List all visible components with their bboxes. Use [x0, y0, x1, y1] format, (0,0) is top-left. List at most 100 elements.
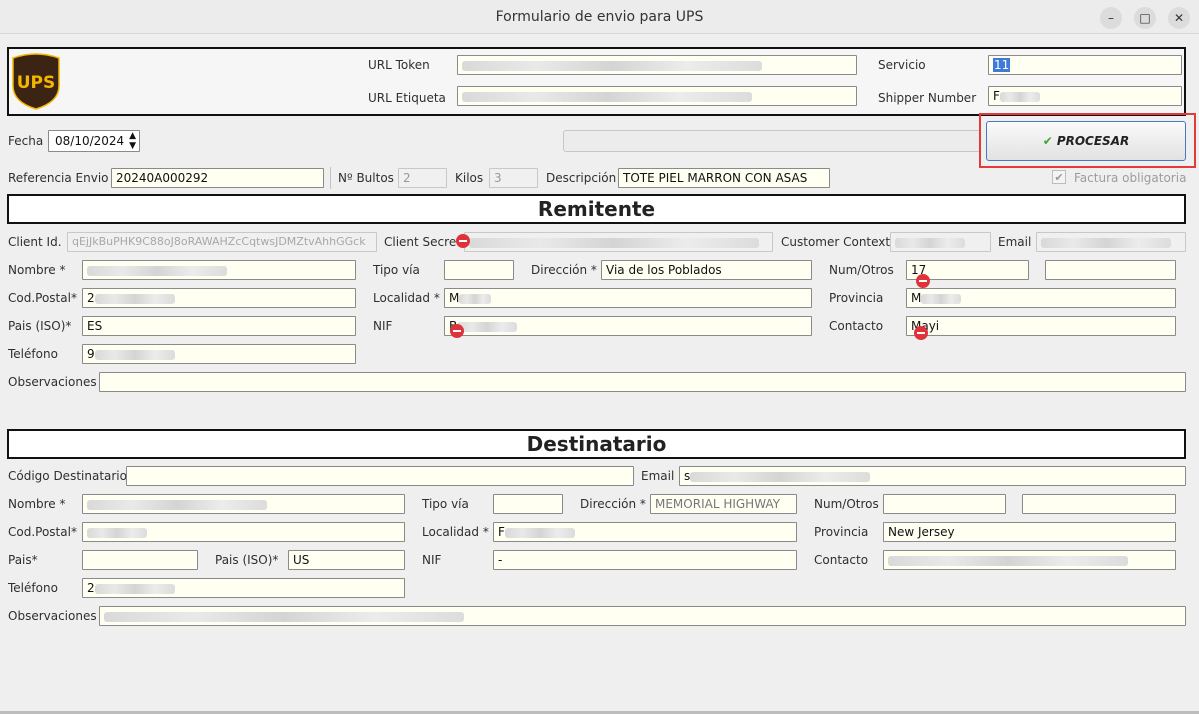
- destinatario-nif-label: NIF: [422, 553, 442, 567]
- destinatario-otros-field[interactable]: [1022, 494, 1176, 514]
- checkmark-icon: ✔: [1042, 134, 1053, 148]
- servicio-field[interactable]: 11: [988, 55, 1182, 75]
- procesar-button[interactable]: ✔ PROCESAR: [986, 121, 1186, 161]
- remitente-telefono-label: Teléfono: [8, 347, 58, 361]
- destinatario-observaciones-field[interactable]: [99, 606, 1186, 626]
- descripcion-label: Descripción: [546, 171, 617, 185]
- destinatario-pais-iso-label: Pais (ISO)*: [215, 553, 279, 567]
- minimize-button[interactable]: –: [1100, 7, 1122, 29]
- destinatario-observaciones-label: Observaciones: [8, 609, 97, 623]
- fecha-value: 08/10/2024: [55, 134, 125, 148]
- destinatario-pais-label: Pais*: [8, 553, 38, 567]
- provincia-value: M: [911, 291, 922, 305]
- destinatario-contacto-field[interactable]: [883, 550, 1176, 570]
- redacted-value: [459, 293, 492, 304]
- remitente-tipo-via-field[interactable]: [444, 260, 514, 280]
- referencia-field[interactable]: 20240A000292: [111, 168, 324, 188]
- remitente-nombre-label: Nombre *: [8, 263, 66, 277]
- remitente-codpostal-label: Cod.Postal*: [8, 291, 77, 305]
- no-entry-icon: [456, 234, 470, 248]
- customer-context-label: Customer Context: [781, 235, 891, 249]
- redacted-value: [457, 321, 518, 332]
- maximize-icon: □: [1139, 11, 1151, 25]
- remitente-observaciones-field[interactable]: [99, 372, 1186, 392]
- close-button[interactable]: ✕: [1168, 7, 1190, 29]
- url-etiqueta-field[interactable]: [457, 86, 857, 106]
- destinatario-direccion-field[interactable]: MEMORIAL HIGHWAY: [650, 494, 797, 514]
- codpostal-value: 2: [87, 291, 95, 305]
- destinatario-pais-iso-field[interactable]: US: [288, 550, 405, 570]
- remitente-localidad-field[interactable]: M: [444, 288, 812, 308]
- destinatario-num-field[interactable]: [883, 494, 1006, 514]
- redacted-value: [462, 60, 762, 71]
- destinatario-localidad-field[interactable]: F: [493, 522, 797, 542]
- fecha-date-spinner[interactable]: 08/10/2024 ▲ ▼: [48, 130, 140, 152]
- remitente-contacto-label: Contacto: [829, 319, 884, 333]
- remitente-nombre-field[interactable]: [82, 260, 356, 280]
- factura-checkbox[interactable]: ✔: [1052, 170, 1066, 184]
- spinner-arrows-icon[interactable]: ▲ ▼: [129, 131, 136, 151]
- remitente-observaciones-label: Observaciones: [8, 375, 97, 389]
- fecha-label: Fecha: [8, 134, 44, 148]
- remitente-email-label: Email: [998, 235, 1032, 249]
- codigo-destinatario-field[interactable]: [126, 466, 634, 486]
- no-entry-icon: [450, 324, 464, 338]
- redacted-value: [504, 527, 575, 538]
- close-icon: ✕: [1173, 11, 1185, 25]
- maximize-button[interactable]: □: [1134, 7, 1156, 29]
- telefono-value: 9: [87, 347, 95, 361]
- destinatario-tipo-via-field[interactable]: [493, 494, 563, 514]
- destinatario-nombre-label: Nombre *: [8, 497, 66, 511]
- procesar-label: PROCESAR: [1056, 134, 1130, 148]
- redacted-value: [462, 91, 752, 102]
- remitente-pais-iso-field[interactable]: ES: [82, 316, 356, 336]
- remitente-provincia-field[interactable]: M: [906, 288, 1176, 308]
- client-secret-field[interactable]: [464, 232, 773, 252]
- redacted-value: [94, 349, 175, 360]
- redacted-value: [94, 293, 175, 304]
- redacted-value: [895, 237, 965, 248]
- telefono-value: 2: [87, 581, 95, 595]
- remitente-provincia-label: Provincia: [829, 291, 884, 305]
- redacted-value: [888, 555, 1128, 566]
- progress-bar: [563, 130, 981, 152]
- destinatario-telefono-field[interactable]: 2: [82, 578, 405, 598]
- url-token-label: URL Token: [368, 58, 430, 72]
- bultos-label: Nº Bultos: [338, 171, 394, 185]
- check-icon: ✔: [1054, 171, 1064, 184]
- separator: [330, 167, 331, 189]
- kilos-field[interactable]: 3: [489, 168, 538, 188]
- remitente-nif-field[interactable]: B: [444, 316, 812, 336]
- bultos-field[interactable]: 2: [398, 168, 447, 188]
- customer-context-field[interactable]: [890, 232, 991, 252]
- destinatario-direccion-label: Dirección *: [580, 497, 646, 511]
- remitente-email-field[interactable]: [1036, 232, 1186, 252]
- remitente-num-otros-label: Num/Otros: [829, 263, 894, 277]
- remitente-direccion-field[interactable]: Via de los Poblados: [601, 260, 812, 280]
- localidad-value: M: [449, 291, 460, 305]
- destinatario-pais-field[interactable]: [82, 550, 198, 570]
- remitente-section-title: Remitente: [7, 194, 1186, 224]
- url-token-field[interactable]: [457, 55, 857, 75]
- shipper-number-label: Shipper Number: [878, 91, 977, 105]
- destinatario-nombre-field[interactable]: [82, 494, 405, 514]
- remitente-otros-field[interactable]: [1045, 260, 1176, 280]
- destinatario-nif-field[interactable]: -: [493, 550, 797, 570]
- client-id-field[interactable]: qEjJkBuPHK9C88oJ8oRAWAHZcCqtwsJDMZtvAhhG…: [67, 232, 377, 252]
- shipper-number-value: F: [993, 89, 1000, 103]
- remitente-codpostal-field[interactable]: 2: [82, 288, 356, 308]
- destinatario-codpostal-field[interactable]: [82, 522, 405, 542]
- remitente-telefono-field[interactable]: 9: [82, 344, 356, 364]
- destinatario-email-field[interactable]: s: [679, 466, 1186, 486]
- descripcion-field[interactable]: TOTE PIEL MARRON CON ASAS: [618, 168, 830, 188]
- redacted-value: [87, 265, 227, 276]
- factura-label: Factura obligatoria: [1074, 171, 1187, 185]
- destinatario-provincia-field[interactable]: New Jersey: [883, 522, 1176, 542]
- remitente-contacto-field[interactable]: Mayi: [906, 316, 1176, 336]
- destinatario-email-label: Email: [641, 469, 675, 483]
- remitente-direccion-label: Dirección *: [531, 263, 597, 277]
- localidad-value: F: [498, 525, 505, 539]
- shipper-number-field[interactable]: F: [988, 86, 1182, 106]
- redacted-value: [999, 91, 1040, 102]
- redacted-value: [87, 527, 147, 538]
